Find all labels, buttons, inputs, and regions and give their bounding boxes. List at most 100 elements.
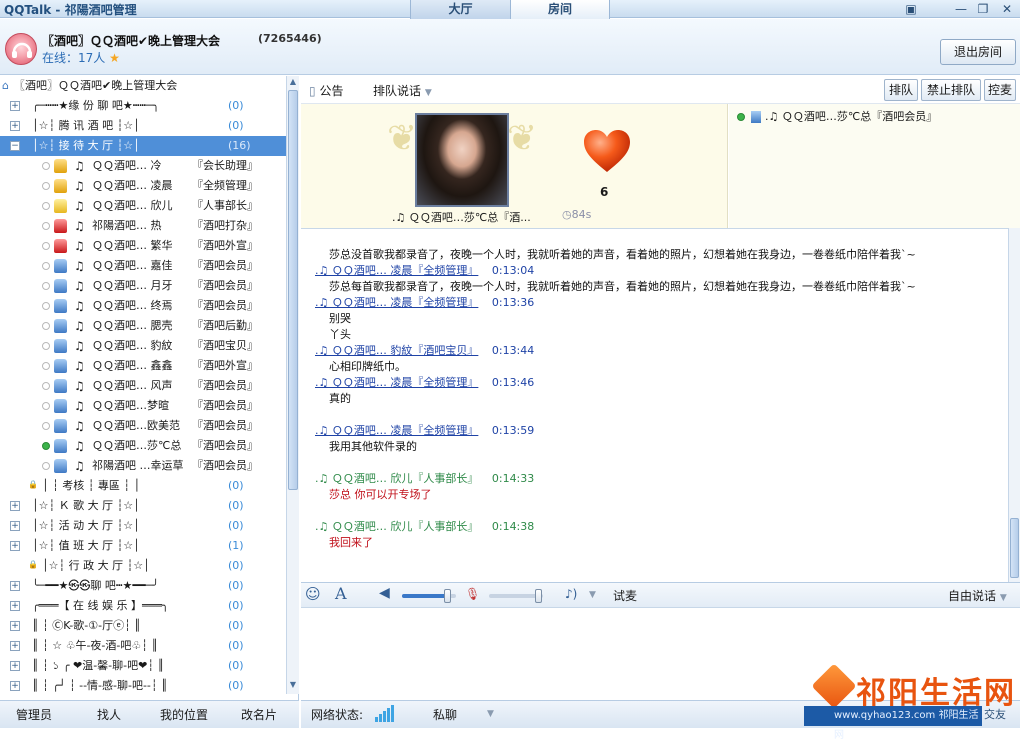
expand-icon[interactable]: + [10,681,20,691]
scrollbar-thumb[interactable] [288,90,298,490]
member-row[interactable]: ♫ ＱＱ酒吧… 繁华 『酒吧外宣』 [0,236,286,256]
font-icon[interactable]: A [335,584,347,603]
tree-root[interactable]: ⌂ 〖酒吧〗ＱＱ酒吧✔晚上管理大会 [0,76,286,96]
member-row[interactable]: ♫ ＱＱ酒吧… 月牙 『酒吧会员』 [0,276,286,296]
member-row[interactable]: ♫ 祁陽酒吧 …幸运草 『酒吧会员』 [0,456,286,476]
chat-sender-name[interactable]: .♫ ＱＱ酒吧… 欣儿『人事部长』 [315,472,478,485]
member-row[interactable]: ♫ ＱＱ酒吧… 豹紋 『酒吧宝贝』 [0,336,286,356]
expand-icon[interactable]: + [10,581,20,591]
channel-row[interactable]: + ╭═══【 在 线 娱 乐 】═══╮ (0) [0,596,286,616]
sound-effect-icon[interactable]: ♪) [565,587,577,601]
mic-volume-slider[interactable] [489,589,543,603]
expand-icon[interactable]: + [10,101,20,111]
exit-room-button[interactable]: 退出房间 [940,39,1016,65]
member-row[interactable]: ♫ ＱＱ酒吧…梦暄 『酒吧会员』 [0,396,286,416]
tab-room[interactable]: 房间 [510,0,610,20]
test-mic-button[interactable]: 试麦 [613,587,637,604]
lock-icon[interactable]: 🔒 [28,481,38,491]
emoji-icon[interactable]: ☺ [305,585,321,603]
notice-button[interactable]: ▯ 公告 [309,82,343,99]
chat-message-text: 我回来了 [329,536,373,549]
chat-sender-name[interactable]: .♫ ＱＱ酒吧… 凌晨『全频管理』 [315,264,478,277]
find-person-button[interactable]: 找人 [97,706,121,723]
speaker-volume-knob[interactable] [443,589,451,603]
speaker-photo[interactable] [415,113,509,207]
tree-scrollbar[interactable]: ▲ ▼ [286,76,299,694]
channel-row[interactable]: + ║ ┆ ⒸK-歌-①-厅ⓔ┆ ║ (0) [0,616,286,636]
forbid-queue-button[interactable]: 禁止排队 [921,79,981,101]
chat-scrollbar[interactable] [1008,228,1020,582]
mic-volume-knob[interactable] [535,589,542,603]
chat-sender-name[interactable]: .♫ ＱＱ酒吧… 凌晨『全频管理』 [315,424,478,437]
channel-row[interactable]: 🔒 │ ┆ 考核 ┆ 專區 ┆ │ (0) [0,476,286,496]
queue-item[interactable]: .♫ ＱＱ酒吧…莎℃总『酒吧会员』 [737,108,937,124]
mic-control-button[interactable]: 控麦 [984,79,1016,101]
expand-icon[interactable]: + [10,621,20,631]
queue-mode-dropdown[interactable]: 排队说话 ▼ [373,82,432,99]
channel-row[interactable]: + ╭─┅┅★缘 份 聊 吧★┅┅─╮ (0) [0,96,286,116]
speaker-icon[interactable]: ◀ [379,585,390,601]
channel-row[interactable]: + │☆┆ 值 班 大 厅 ┆☆│ (1) [0,536,286,556]
channel-row[interactable]: + ║ ┆ ১ ╭ ❤温-馨-聊-吧❤┆ ║ (0) [0,656,286,676]
chat-timestamp: 0:13:46 [491,376,535,389]
member-role: 『酒吧会员』 [192,259,258,272]
room-toolbar: ▯ 公告 排队说话 ▼ 排队 禁止排队 控麦 [301,76,1020,104]
member-row[interactable]: ♫ ＱＱ酒吧…莎℃总 『酒吧会员』 [0,436,286,456]
member-row[interactable]: ♫ 祁陽酒吧… 热 『酒吧打杂』 [0,216,286,236]
expand-icon[interactable]: + [10,121,20,131]
expand-icon[interactable]: + [10,661,20,671]
chevron-down-icon[interactable]: ▼ [487,709,494,719]
speak-mode-dropdown[interactable]: 自由说话 ▼ [948,587,1007,604]
member-role: 『酒吧会员』 [192,419,258,432]
channel-row[interactable]: + ║ ┆ ☆ ♧午-夜-酒-吧♧┆ ║ (0) [0,636,286,656]
tab-hall[interactable]: 大厅 [410,0,510,20]
expand-icon[interactable]: + [10,521,20,531]
chat-sender-name[interactable]: .♫ ＱＱ酒吧… 凌晨『全频管理』 [315,296,478,309]
chat-sender-name[interactable]: .♫ ＱＱ酒吧… 凌晨『全频管理』 [315,376,478,389]
maximize-icon[interactable]: ❐ [972,1,994,17]
channel-row[interactable]: + ╰─━━★㉿㉿聊 吧┅★━━─╯ (0) [0,576,286,596]
queue-button[interactable]: 排队 [884,79,918,101]
chat-sender-name[interactable]: .♫ ＱＱ酒吧… 欣儿『人事部长』 [315,520,478,533]
expand-icon[interactable]: + [10,501,20,511]
minimize-icon[interactable]: — [950,1,972,17]
channel-row[interactable]: 🔒 │☆┆ 行 政 大 厅 ┆☆│ (0) [0,556,286,576]
expand-icon[interactable]: + [10,641,20,651]
channel-row[interactable]: + ║ ┆ ╭┘ ┆ --情-感-聊-吧--┆ ║ (0) [0,676,286,694]
channel-row[interactable]: + │☆┆ 活 动 大 厅 ┆☆│ (0) [0,516,286,536]
channel-row[interactable]: − │☆┆ 接 待 大 厅 ┆☆│ (16) [0,136,286,156]
member-row[interactable]: ♫ ＱＱ酒吧… 欣儿 『人事部长』 [0,196,286,216]
scroll-up-icon[interactable]: ▲ [288,77,298,89]
admin-button[interactable]: 管理员 [16,706,52,723]
channel-row[interactable]: + │☆┆ Ｋ 歌 大 厅 ┆☆│ (0) [0,496,286,516]
my-location-button[interactable]: 我的位置 [160,706,208,723]
private-chat-dropdown[interactable]: 私聊 [433,706,457,723]
chat-scrollbar-thumb[interactable] [1010,518,1019,578]
mic-muted-icon[interactable]: 🎙 [465,587,480,601]
collapse-icon[interactable]: − [10,141,20,151]
member-row[interactable]: ♫ ＱＱ酒吧… 风声 『酒吧会员』 [0,376,286,396]
member-row[interactable]: ♫ ＱＱ酒吧… 腮壳 『酒吧后勤』 [0,316,286,336]
member-row[interactable]: ♫ ＱＱ酒吧…欧美范 『酒吧会员』 [0,416,286,436]
member-row[interactable]: ♫ ＱＱ酒吧… 终焉 『酒吧会员』 [0,296,286,316]
scroll-down-icon[interactable]: ▼ [288,680,298,692]
chat-message-text: 莎总每首歌我都录音了，夜晚一个人时，我就听着她的声音，看着她的照片，幻想着她在我… [329,280,916,293]
chat-log[interactable]: 莎总没首歌我都录音了，夜晚一个人时，我就听着她的声音，看着她的照片，幻想着她在我… [301,228,1020,582]
speaker-volume-slider[interactable] [402,589,456,603]
member-row[interactable]: ♫ ＱＱ酒吧… 鑫鑫 『酒吧外宣』 [0,356,286,376]
edit-card-button[interactable]: 改名片 [241,706,277,723]
channel-tree[interactable]: ⌂ 〖酒吧〗ＱＱ酒吧✔晚上管理大会 + ╭─┅┅★缘 份 聊 吧★┅┅─╮ (0) + │☆… [0,76,286,694]
member-row[interactable]: ♫ ＱＱ酒吧… 凌晨 『全频管理』 [0,176,286,196]
expand-icon[interactable]: + [10,541,20,551]
heart-icon[interactable] [582,128,632,176]
channel-row[interactable]: + │☆┆ 腾 讯 酒 吧 ┆☆│ (0) [0,116,286,136]
menu-icon[interactable]: ▣ [900,1,922,17]
expand-icon[interactable]: + [10,601,20,611]
member-row[interactable]: ♫ ＱＱ酒吧… 嘉佳 『酒吧会员』 [0,256,286,276]
lock-icon[interactable]: 🔒 [28,561,38,571]
status-dot-icon [42,302,50,310]
close-icon[interactable]: ✕ [996,1,1018,17]
chat-sender-name[interactable]: .♫ ＱＱ酒吧… 豹紋『酒吧宝贝』 [315,344,478,357]
member-row[interactable]: ♫ ＱＱ酒吧… 冷 『会长助理』 [0,156,286,176]
chevron-down-icon[interactable]: ▼ [589,590,596,600]
